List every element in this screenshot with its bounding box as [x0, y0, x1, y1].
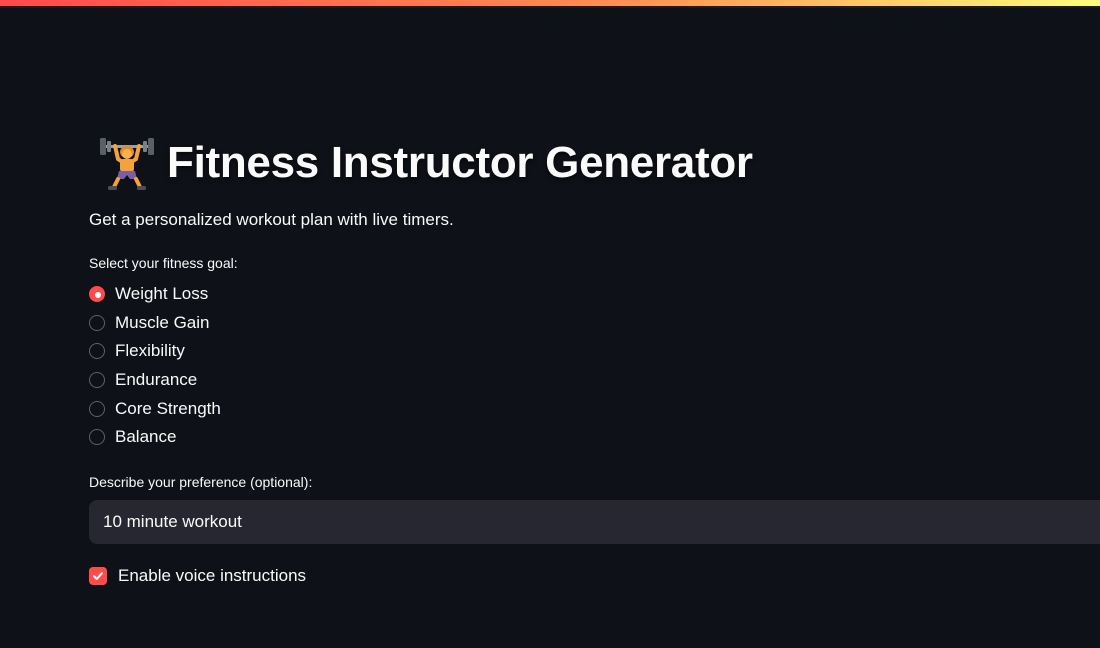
- radio-unselected-icon[interactable]: [89, 372, 105, 389]
- radio-option-core-strength[interactable]: Core Strength: [89, 394, 1100, 423]
- person-lifting-weights-icon: [97, 135, 157, 191]
- page-header: Fitness Instructor Generator: [89, 130, 1100, 196]
- radio-option-label: Balance: [115, 427, 177, 447]
- page-subtitle: Get a personalized workout plan with liv…: [89, 210, 454, 229]
- radio-option-label: Weight Loss: [115, 284, 209, 304]
- radio-option-label: Muscle Gain: [115, 312, 210, 332]
- radio-unselected-icon[interactable]: [89, 343, 105, 360]
- checkbox-checked-icon[interactable]: [89, 566, 107, 585]
- main-content: Fitness Instructor Generator Get a perso…: [89, 130, 1100, 586]
- radio-unselected-icon[interactable]: [89, 314, 105, 331]
- voice-instructions-label: Enable voice instructions: [118, 565, 307, 585]
- radio-unselected-icon[interactable]: [89, 429, 105, 446]
- voice-instructions-checkbox[interactable]: Enable voice instructions: [89, 566, 1100, 586]
- radio-option-muscle-gain[interactable]: Muscle Gain: [89, 309, 1100, 338]
- radio-option-endurance[interactable]: Endurance: [89, 366, 1100, 395]
- radio-option-label: Endurance: [115, 370, 198, 390]
- fitness-goal-label: Select your fitness goal:: [89, 255, 238, 271]
- radio-option-weight-loss[interactable]: Weight Loss: [89, 280, 1100, 309]
- radio-selected-icon[interactable]: [89, 286, 105, 303]
- page-title: Fitness Instructor Generator: [167, 138, 753, 187]
- radio-unselected-icon[interactable]: [89, 400, 105, 417]
- radio-option-balance[interactable]: Balance: [89, 423, 1100, 452]
- preference-input[interactable]: [89, 499, 1100, 544]
- top-bar-shadow: [0, 6, 1100, 8]
- radio-option-label: Core Strength: [115, 398, 221, 418]
- radio-option-flexibility[interactable]: Flexibility: [89, 337, 1100, 366]
- radio-option-label: Flexibility: [115, 341, 185, 361]
- preference-label: Describe your preference (optional):: [89, 473, 313, 490]
- fitness-goal-radio-group: Weight Loss Muscle Gain Flexibility Endu…: [89, 280, 1100, 452]
